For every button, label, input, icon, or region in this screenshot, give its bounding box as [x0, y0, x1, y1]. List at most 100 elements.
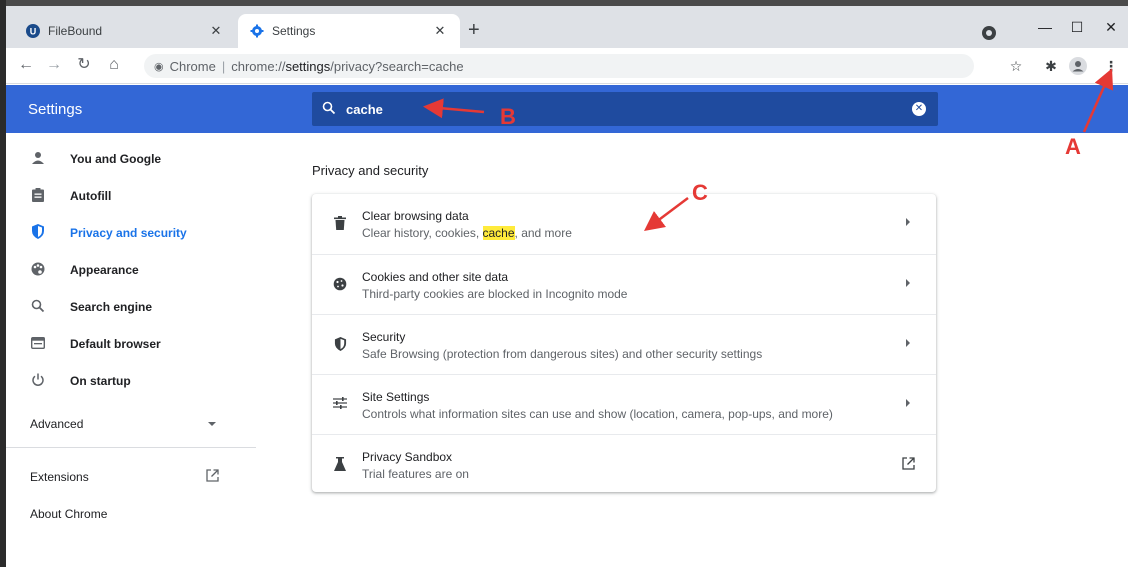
row-subtitle-part: Clear history, cookies, — [362, 226, 483, 240]
sidebar-item-extensions[interactable]: Extensions — [30, 470, 89, 484]
row-title: Clear browsing data — [362, 209, 469, 223]
reload-icon[interactable]: ↻ — [74, 56, 94, 74]
sidebar-item-label: Default browser — [70, 337, 161, 351]
gear-icon — [250, 24, 264, 38]
chevron-down-icon[interactable] — [208, 422, 216, 426]
search-highlight: cache — [482, 226, 515, 240]
tab-settings[interactable]: Settings ✕ — [238, 14, 460, 48]
clipboard-icon — [30, 187, 46, 205]
settings-search-input[interactable]: cache ✕ — [312, 92, 938, 126]
palette-icon — [30, 262, 46, 279]
page-scheme-label: Chrome — [169, 58, 216, 74]
url-rest: /privacy?search=cache — [330, 58, 464, 74]
shield-icon — [30, 224, 46, 242]
minimize-button[interactable]: — — [1030, 16, 1060, 38]
row-title: Security — [362, 330, 406, 344]
annotation-label-b: B — [500, 104, 516, 129]
sidebar-item-label: Autofill — [70, 189, 112, 203]
privacy-settings-card: Clear browsing data Clear history, cooki… — [312, 194, 936, 492]
chevron-right-icon — [906, 399, 910, 407]
section-title: Privacy and security — [312, 163, 429, 178]
row-cookies[interactable]: Cookies and other site data Third-party … — [312, 254, 936, 314]
row-privacy-sandbox[interactable]: Privacy Sandbox Trial features are on — [312, 434, 936, 494]
url-host: chrome:// — [231, 58, 286, 74]
browser-toolbar: ← → ↻ ⌂ ◉ Chrome | chrome://settings/pri… — [6, 48, 1128, 84]
forward-arrow-icon[interactable]: → — [44, 56, 64, 74]
flask-icon — [332, 457, 348, 473]
window-frame-left — [0, 0, 6, 567]
sidebar-item-label: You and Google — [70, 152, 162, 166]
new-tab-button[interactable]: + — [468, 20, 480, 40]
omnibox-separator: | — [221, 58, 226, 74]
sidebar-divider — [6, 447, 256, 448]
open-in-new-icon[interactable] — [902, 457, 916, 471]
row-subtitle: Safe Browsing (protection from dangerous… — [362, 347, 763, 361]
window-close-button[interactable]: ✕ — [1096, 16, 1126, 38]
home-icon[interactable]: ⌂ — [104, 56, 124, 74]
annotation-label-a: A — [1065, 134, 1081, 159]
settings-header: Settings cache ✕ — [6, 85, 1128, 133]
cookie-icon — [332, 277, 348, 293]
tab-search-icon[interactable] — [982, 26, 996, 40]
tab-title: Settings — [272, 24, 316, 38]
clear-search-icon[interactable]: ✕ — [912, 102, 926, 116]
row-site-settings[interactable]: Site Settings Controls what information … — [312, 374, 936, 434]
sidebar-item-label: Search engine — [70, 300, 153, 314]
row-subtitle-part: , and more — [514, 226, 572, 240]
row-title: Cookies and other site data — [362, 270, 509, 284]
search-icon — [322, 101, 336, 118]
row-clear-browsing-data[interactable]: Clear browsing data Clear history, cooki… — [312, 194, 936, 254]
sidebar-item-search-engine[interactable]: Search engine — [6, 289, 256, 325]
close-icon[interactable]: ✕ — [432, 23, 448, 39]
browser-icon — [30, 336, 46, 352]
annotation-label-c: C — [692, 180, 708, 205]
url-path-bold: settings — [285, 58, 331, 74]
sidebar-item-autofill[interactable]: Autofill — [6, 178, 256, 214]
close-icon[interactable]: ✕ — [208, 23, 224, 39]
power-icon — [30, 373, 46, 390]
svg-text:U: U — [30, 27, 37, 37]
open-in-new-icon[interactable] — [206, 469, 219, 485]
sidebar-advanced-toggle[interactable]: Advanced — [30, 417, 83, 431]
shield-icon — [332, 337, 348, 353]
profile-avatar-icon[interactable] — [1069, 57, 1087, 79]
row-subtitle: Controls what information sites can use … — [362, 407, 833, 421]
row-subtitle: Clear history, cookies, cache, and more — [362, 226, 572, 240]
sidebar-item-on-startup[interactable]: On startup — [6, 363, 256, 399]
page-title: Settings — [28, 101, 83, 118]
sidebar-item-label: Appearance — [70, 263, 139, 277]
more-menu-icon[interactable]: ⋮ — [1102, 57, 1120, 75]
search-icon — [30, 299, 46, 316]
chevron-right-icon — [906, 339, 910, 347]
back-arrow-icon[interactable]: ← — [16, 56, 36, 74]
sidebar-item-privacy-and-security[interactable]: Privacy and security — [6, 215, 256, 251]
chevron-right-icon — [906, 279, 910, 287]
tab-title: FileBound — [48, 24, 103, 38]
row-subtitle: Trial features are on — [362, 467, 469, 481]
sidebar-item-about-chrome[interactable]: About Chrome — [30, 507, 107, 521]
sidebar-item-label: Privacy and security — [70, 226, 187, 240]
person-icon — [30, 151, 46, 168]
chrome-logo-icon: ◉ — [154, 60, 164, 73]
trash-icon — [332, 216, 348, 232]
sidebar-item-you-and-google[interactable]: You and Google — [6, 141, 256, 177]
settings-sidebar: You and Google Autofill Privacy and secu… — [6, 133, 256, 567]
row-security[interactable]: Security Safe Browsing (protection from … — [312, 314, 936, 374]
row-title: Privacy Sandbox — [362, 450, 453, 464]
sidebar-item-default-browser[interactable]: Default browser — [6, 326, 256, 362]
tune-icon — [332, 397, 348, 413]
tab-filebound[interactable]: U FileBound ✕ — [14, 14, 236, 48]
sidebar-item-label: On startup — [70, 374, 131, 388]
window-frame-top — [0, 0, 1128, 6]
tab-strip: U FileBound ✕ Settings ✕ + — ☐ ✕ — [6, 6, 1128, 48]
extensions-puzzle-icon[interactable]: ✱ — [1042, 57, 1060, 75]
chevron-right-icon — [906, 218, 910, 226]
bookmark-star-icon[interactable]: ☆ — [1007, 57, 1025, 75]
filebound-icon: U — [26, 24, 40, 38]
maximize-button[interactable]: ☐ — [1062, 16, 1092, 38]
sidebar-item-appearance[interactable]: Appearance — [6, 252, 256, 288]
address-bar[interactable]: ◉ Chrome | chrome://settings/privacy?sea… — [144, 54, 974, 78]
row-title: Site Settings — [362, 390, 430, 404]
search-query-text: cache — [346, 101, 383, 117]
row-subtitle: Third-party cookies are blocked in Incog… — [362, 287, 628, 301]
